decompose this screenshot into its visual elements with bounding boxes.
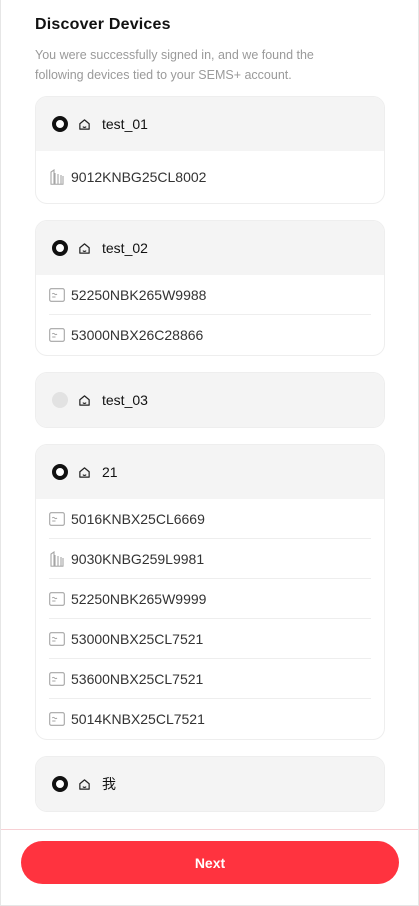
inverter-icon	[49, 631, 65, 647]
device-row: 53000NBX25CL7521	[49, 619, 371, 659]
footer-bar: Next	[1, 829, 418, 905]
device-row: 5016KNBX25CL6669	[49, 499, 371, 539]
device-group-header[interactable]: test_02	[36, 221, 384, 275]
device-group-card: test_02 52250NBK265W9988 53000NBX26C28866	[35, 220, 385, 356]
radio-selected[interactable]	[52, 776, 68, 792]
device-list: 9012KNBG25CL8002	[36, 151, 384, 203]
device-group-header[interactable]: test_01	[36, 97, 384, 151]
device-serial-number: 52250NBK265W9999	[71, 590, 207, 607]
device-group-name: test_01	[102, 116, 148, 132]
home-icon	[78, 117, 92, 131]
device-group-name: 21	[102, 464, 118, 480]
device-row: 53600NBX25CL7521	[49, 659, 371, 699]
device-list: 52250NBK265W9988 53000NBX26C28866	[36, 275, 384, 355]
device-row: 9030KNBG259L9981	[49, 539, 371, 579]
device-serial-number: 53000NBX25CL7521	[71, 630, 204, 647]
device-group-card: 21 5016KNBX25CL6669 9030KNBG259L9981 52250N…	[35, 444, 385, 740]
device-group-name: test_03	[102, 392, 148, 408]
device-group-header[interactable]: 我	[36, 757, 384, 811]
radio-selected[interactable]	[52, 240, 68, 256]
device-group-list: test_01 9012KNBG25CL8002 test_02 52250NBK26…	[35, 96, 385, 812]
device-serial-number: 52250NBK265W9988	[71, 286, 207, 303]
home-icon	[78, 777, 92, 791]
home-icon	[78, 241, 92, 255]
radio-selected[interactable]	[52, 116, 68, 132]
device-row: 52250NBK265W9988	[49, 275, 371, 315]
device-serial-number: 9012KNBG25CL8002	[71, 169, 207, 185]
device-group-card: test_03	[35, 372, 385, 428]
inverter-icon	[49, 711, 65, 727]
discover-devices-screen: Discover Devices You were successfully s…	[0, 0, 419, 906]
inverter-icon	[49, 591, 65, 607]
inverter-icon	[49, 671, 65, 687]
radio-selected[interactable]	[52, 464, 68, 480]
device-group-header[interactable]: 21	[36, 445, 384, 499]
device-group-name: test_02	[102, 240, 148, 256]
device-serial-number: 53000NBX26C28866	[71, 327, 204, 343]
battery-icon	[49, 169, 65, 185]
device-row: 5014KNBX25CL7521	[49, 699, 371, 739]
device-group-name: 我	[102, 776, 116, 792]
inverter-icon	[49, 287, 65, 303]
device-row: 53000NBX26C28866	[49, 315, 371, 355]
inverter-icon	[49, 327, 65, 343]
device-serial-number: 5014KNBX25CL7521	[71, 711, 205, 727]
device-row: 52250NBK265W9999	[49, 579, 371, 619]
page-subtitle: You were successfully signed in, and we …	[35, 48, 314, 82]
page-title: Discover Devices	[35, 16, 171, 33]
device-serial-number: 53600NBX25CL7521	[71, 670, 204, 687]
home-icon	[78, 465, 92, 479]
home-icon	[78, 393, 92, 407]
device-group-card: 我	[35, 756, 385, 812]
device-group-header[interactable]: test_03	[36, 373, 384, 427]
radio-unselected[interactable]	[52, 392, 68, 408]
device-group-card: test_01 9012KNBG25CL8002	[35, 96, 385, 204]
device-row: 9012KNBG25CL8002	[49, 151, 371, 203]
inverter-icon	[49, 511, 65, 527]
device-serial-number: 5016KNBX25CL6669	[71, 510, 205, 527]
device-list: 5016KNBX25CL6669 9030KNBG259L9981 52250NBK…	[36, 499, 384, 739]
next-button[interactable]: Next	[21, 841, 399, 884]
battery-icon	[49, 550, 65, 567]
content: Discover Devices You were successfully s…	[1, 0, 418, 812]
device-serial-number: 9030KNBG259L9981	[71, 550, 205, 567]
